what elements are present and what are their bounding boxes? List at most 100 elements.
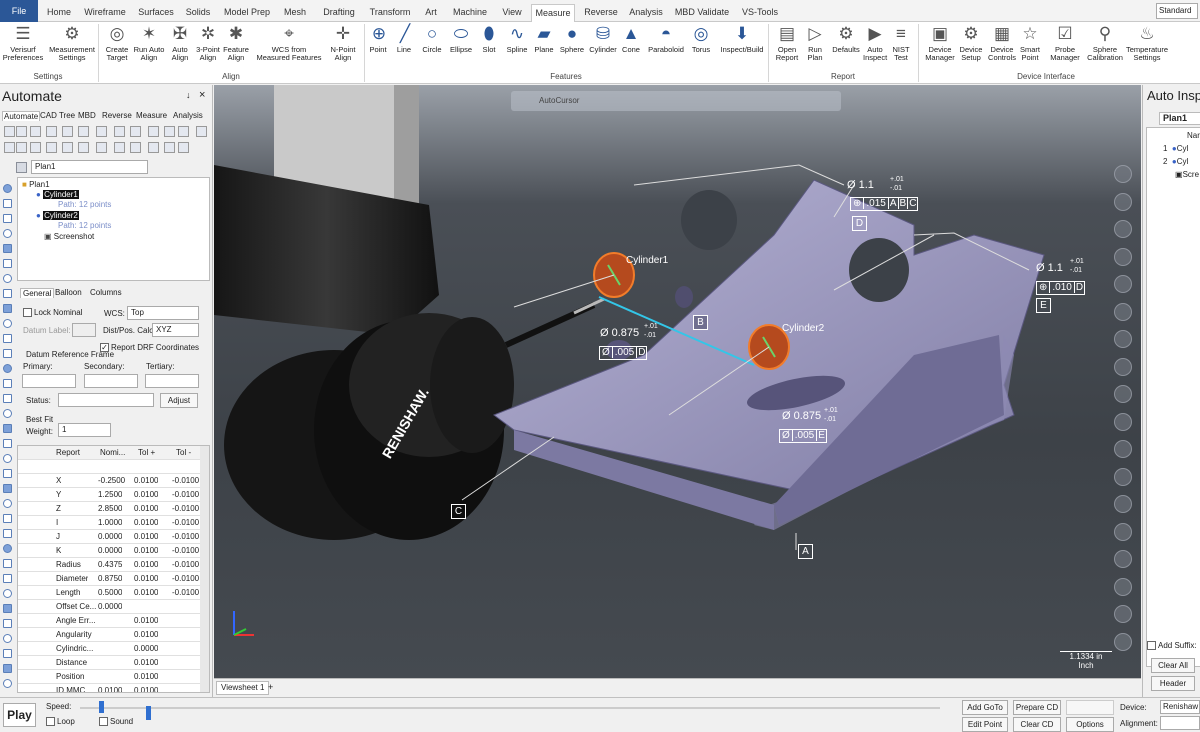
tab-measure[interactable]: Measure: [136, 111, 167, 120]
automate-tool-icon[interactable]: [96, 142, 107, 153]
feature-tool-icon[interactable]: [3, 184, 12, 193]
ribbon-button-device-setup[interactable]: ⚙ Device Setup: [958, 24, 984, 62]
ribbon-button-run-auto-align[interactable]: ✶ Run Auto Align: [132, 24, 166, 62]
automate-tool-icon[interactable]: [4, 126, 15, 137]
grid-scrollbar[interactable]: [200, 446, 209, 692]
tab-file[interactable]: File: [0, 0, 38, 22]
automate-tool-icon[interactable]: [196, 126, 207, 137]
automate-tool-icon[interactable]: [96, 126, 107, 137]
tab-analysis[interactable]: Analysis: [173, 111, 203, 120]
lock-nominal-checkbox[interactable]: Lock Nominal: [23, 308, 82, 318]
tab-art[interactable]: Art: [420, 4, 442, 22]
automate-tool-icon[interactable]: [164, 126, 175, 137]
speed-slider-track[interactable]: [80, 707, 940, 709]
tree-node-plan[interactable]: ■ Plan1: [22, 180, 50, 189]
automate-tool-icon[interactable]: [46, 142, 57, 153]
feature-tool-icon[interactable]: [3, 349, 12, 358]
alignment-field[interactable]: [1160, 716, 1200, 730]
pin-icon[interactable]: ↓: [186, 90, 191, 100]
grid-row[interactable]: ✓Y1.25000.0100-0.0100: [18, 488, 201, 502]
feature-tool-icon[interactable]: [3, 274, 12, 283]
grid-row[interactable]: ✓X-0.25000.0100-0.0100: [18, 474, 201, 488]
list-item[interactable]: 1 ●Cyl: [1163, 144, 1188, 153]
grid-row[interactable]: ✓J0.00000.0100-0.0100: [18, 530, 201, 544]
grid-row[interactable]: ✓Length0.50000.0100-0.0100: [18, 586, 201, 600]
tab-view[interactable]: View: [498, 4, 526, 22]
ribbon-button-create-target[interactable]: ◎ Create Target: [104, 24, 130, 62]
feature-tool-icon[interactable]: [3, 634, 12, 643]
grid-row[interactable]: ✓Position0.0100: [18, 670, 201, 684]
tab-reverse[interactable]: Reverse: [582, 4, 620, 22]
grid-row[interactable]: ✓K0.00000.0100-0.0100: [18, 544, 201, 558]
grid-row[interactable]: ID MMC ... 0.0100 0.0100: [18, 684, 201, 692]
ribbon-button-sphere[interactable]: ● Sphere: [558, 24, 586, 54]
ribbon-button-slot[interactable]: ⬮ Slot: [478, 24, 500, 54]
options-button[interactable]: Options: [1066, 717, 1114, 732]
ribbon-button-smart-point[interactable]: ☆ Smart Point: [1018, 24, 1042, 62]
automate-tool-icon[interactable]: [16, 142, 27, 153]
ribbon-button-cylinder[interactable]: ⛁ Cylinder: [588, 24, 618, 54]
tab-columns[interactable]: Columns: [90, 288, 122, 297]
3d-viewport[interactable]: AutoCursor Cylinder1 Cylinder2 Ø 1.1 +.0…: [214, 85, 1141, 678]
timeline-thumb[interactable]: [146, 706, 151, 720]
tab-general[interactable]: General: [20, 288, 55, 298]
feature-tool-icon[interactable]: [3, 289, 12, 298]
ribbon-button-auto-align[interactable]: ✠ Auto Align: [168, 24, 192, 62]
feature-tool-icon[interactable]: [3, 244, 12, 253]
tree-node-cylinder2[interactable]: ● Cylinder2: [36, 211, 79, 220]
feature-tool-icon[interactable]: [3, 439, 12, 448]
add-viewsheet-button[interactable]: +: [268, 682, 273, 692]
datum-label-field[interactable]: [72, 323, 96, 337]
automate-tool-icon[interactable]: [30, 142, 41, 153]
prepare-cd-button[interactable]: Prepare CD: [1013, 700, 1061, 715]
feature-tool-icon[interactable]: [3, 544, 12, 553]
automate-tool-icon[interactable]: [114, 126, 125, 137]
tree-node-path2[interactable]: Path: 12 points: [58, 221, 111, 230]
tab-mesh[interactable]: Mesh: [280, 4, 310, 22]
tab-solids[interactable]: Solids: [183, 4, 213, 22]
workspace-select[interactable]: Standard: [1156, 3, 1198, 19]
ribbon-button-device-controls[interactable]: ▦ Device Controls: [986, 24, 1018, 62]
auto-inspect-plan[interactable]: Plan1: [1159, 112, 1200, 125]
ribbon-button-spline[interactable]: ∿ Spline: [504, 24, 530, 54]
feature-tool-icon[interactable]: [3, 679, 12, 688]
view-tool-icon[interactable]: [1114, 330, 1132, 348]
feature-tool-icon[interactable]: [3, 619, 12, 628]
ribbon-button-sphere-calibration[interactable]: ⚲ Sphere Calibration: [1086, 24, 1124, 62]
feature-tool-icon[interactable]: [3, 454, 12, 463]
feature-tool-icon[interactable]: [3, 574, 12, 583]
tab-surfaces[interactable]: Surfaces: [137, 4, 175, 22]
clear-cd-button[interactable]: Clear CD: [1013, 717, 1061, 732]
ribbon-button-wcs-from-measured-features[interactable]: ⌖ WCS from Measured Features: [254, 24, 324, 62]
automate-tool-icon[interactable]: [78, 126, 89, 137]
automate-tool-icon[interactable]: [148, 142, 159, 153]
view-tool-icon[interactable]: [1114, 577, 1132, 596]
feature-tool-icon[interactable]: [3, 469, 12, 478]
speed-slider-thumb[interactable]: [99, 701, 104, 713]
tab-balloon[interactable]: Balloon: [55, 288, 82, 297]
automate-tool-icon[interactable]: [16, 126, 27, 137]
tab-machine[interactable]: Machine: [450, 4, 490, 22]
feature-tool-icon[interactable]: [3, 604, 12, 613]
ribbon-button-probe-manager[interactable]: ☑ Probe Manager: [1046, 24, 1084, 62]
wcs-select[interactable]: Top: [127, 306, 199, 320]
ribbon-button-paraboloid[interactable]: ◓ Paraboloid: [644, 24, 688, 54]
view-tool-icon[interactable]: [1114, 192, 1132, 211]
ribbon-button-feature-align[interactable]: ✱ Feature Align: [222, 24, 250, 62]
view-tool-icon[interactable]: [1114, 412, 1132, 431]
ribbon-button-open-report[interactable]: ▤ Open Report: [772, 24, 802, 62]
ribbon-button-device-manager[interactable]: ▣ Device Manager: [924, 24, 956, 62]
tab-vs-tools[interactable]: VS-Tools: [740, 4, 780, 22]
feature-tool-icon[interactable]: [3, 214, 12, 223]
tree-node-screenshot[interactable]: ▣ Screenshot: [44, 232, 94, 241]
view-tool-icon[interactable]: [1114, 495, 1132, 513]
feature-tool-icon[interactable]: [3, 499, 12, 508]
feature-tool-icon[interactable]: [3, 514, 12, 523]
dist-calc-select[interactable]: XYZ: [152, 323, 199, 337]
feature-tool-icon[interactable]: [3, 379, 12, 388]
tab-analysis[interactable]: Analysis: [628, 4, 664, 22]
automate-tool-icon[interactable]: [130, 126, 141, 137]
automate-tool-icon[interactable]: [178, 142, 189, 153]
tab-model-prep[interactable]: Model Prep: [222, 4, 272, 22]
grid-row[interactable]: Offset Ce... 0.0000: [18, 600, 201, 614]
